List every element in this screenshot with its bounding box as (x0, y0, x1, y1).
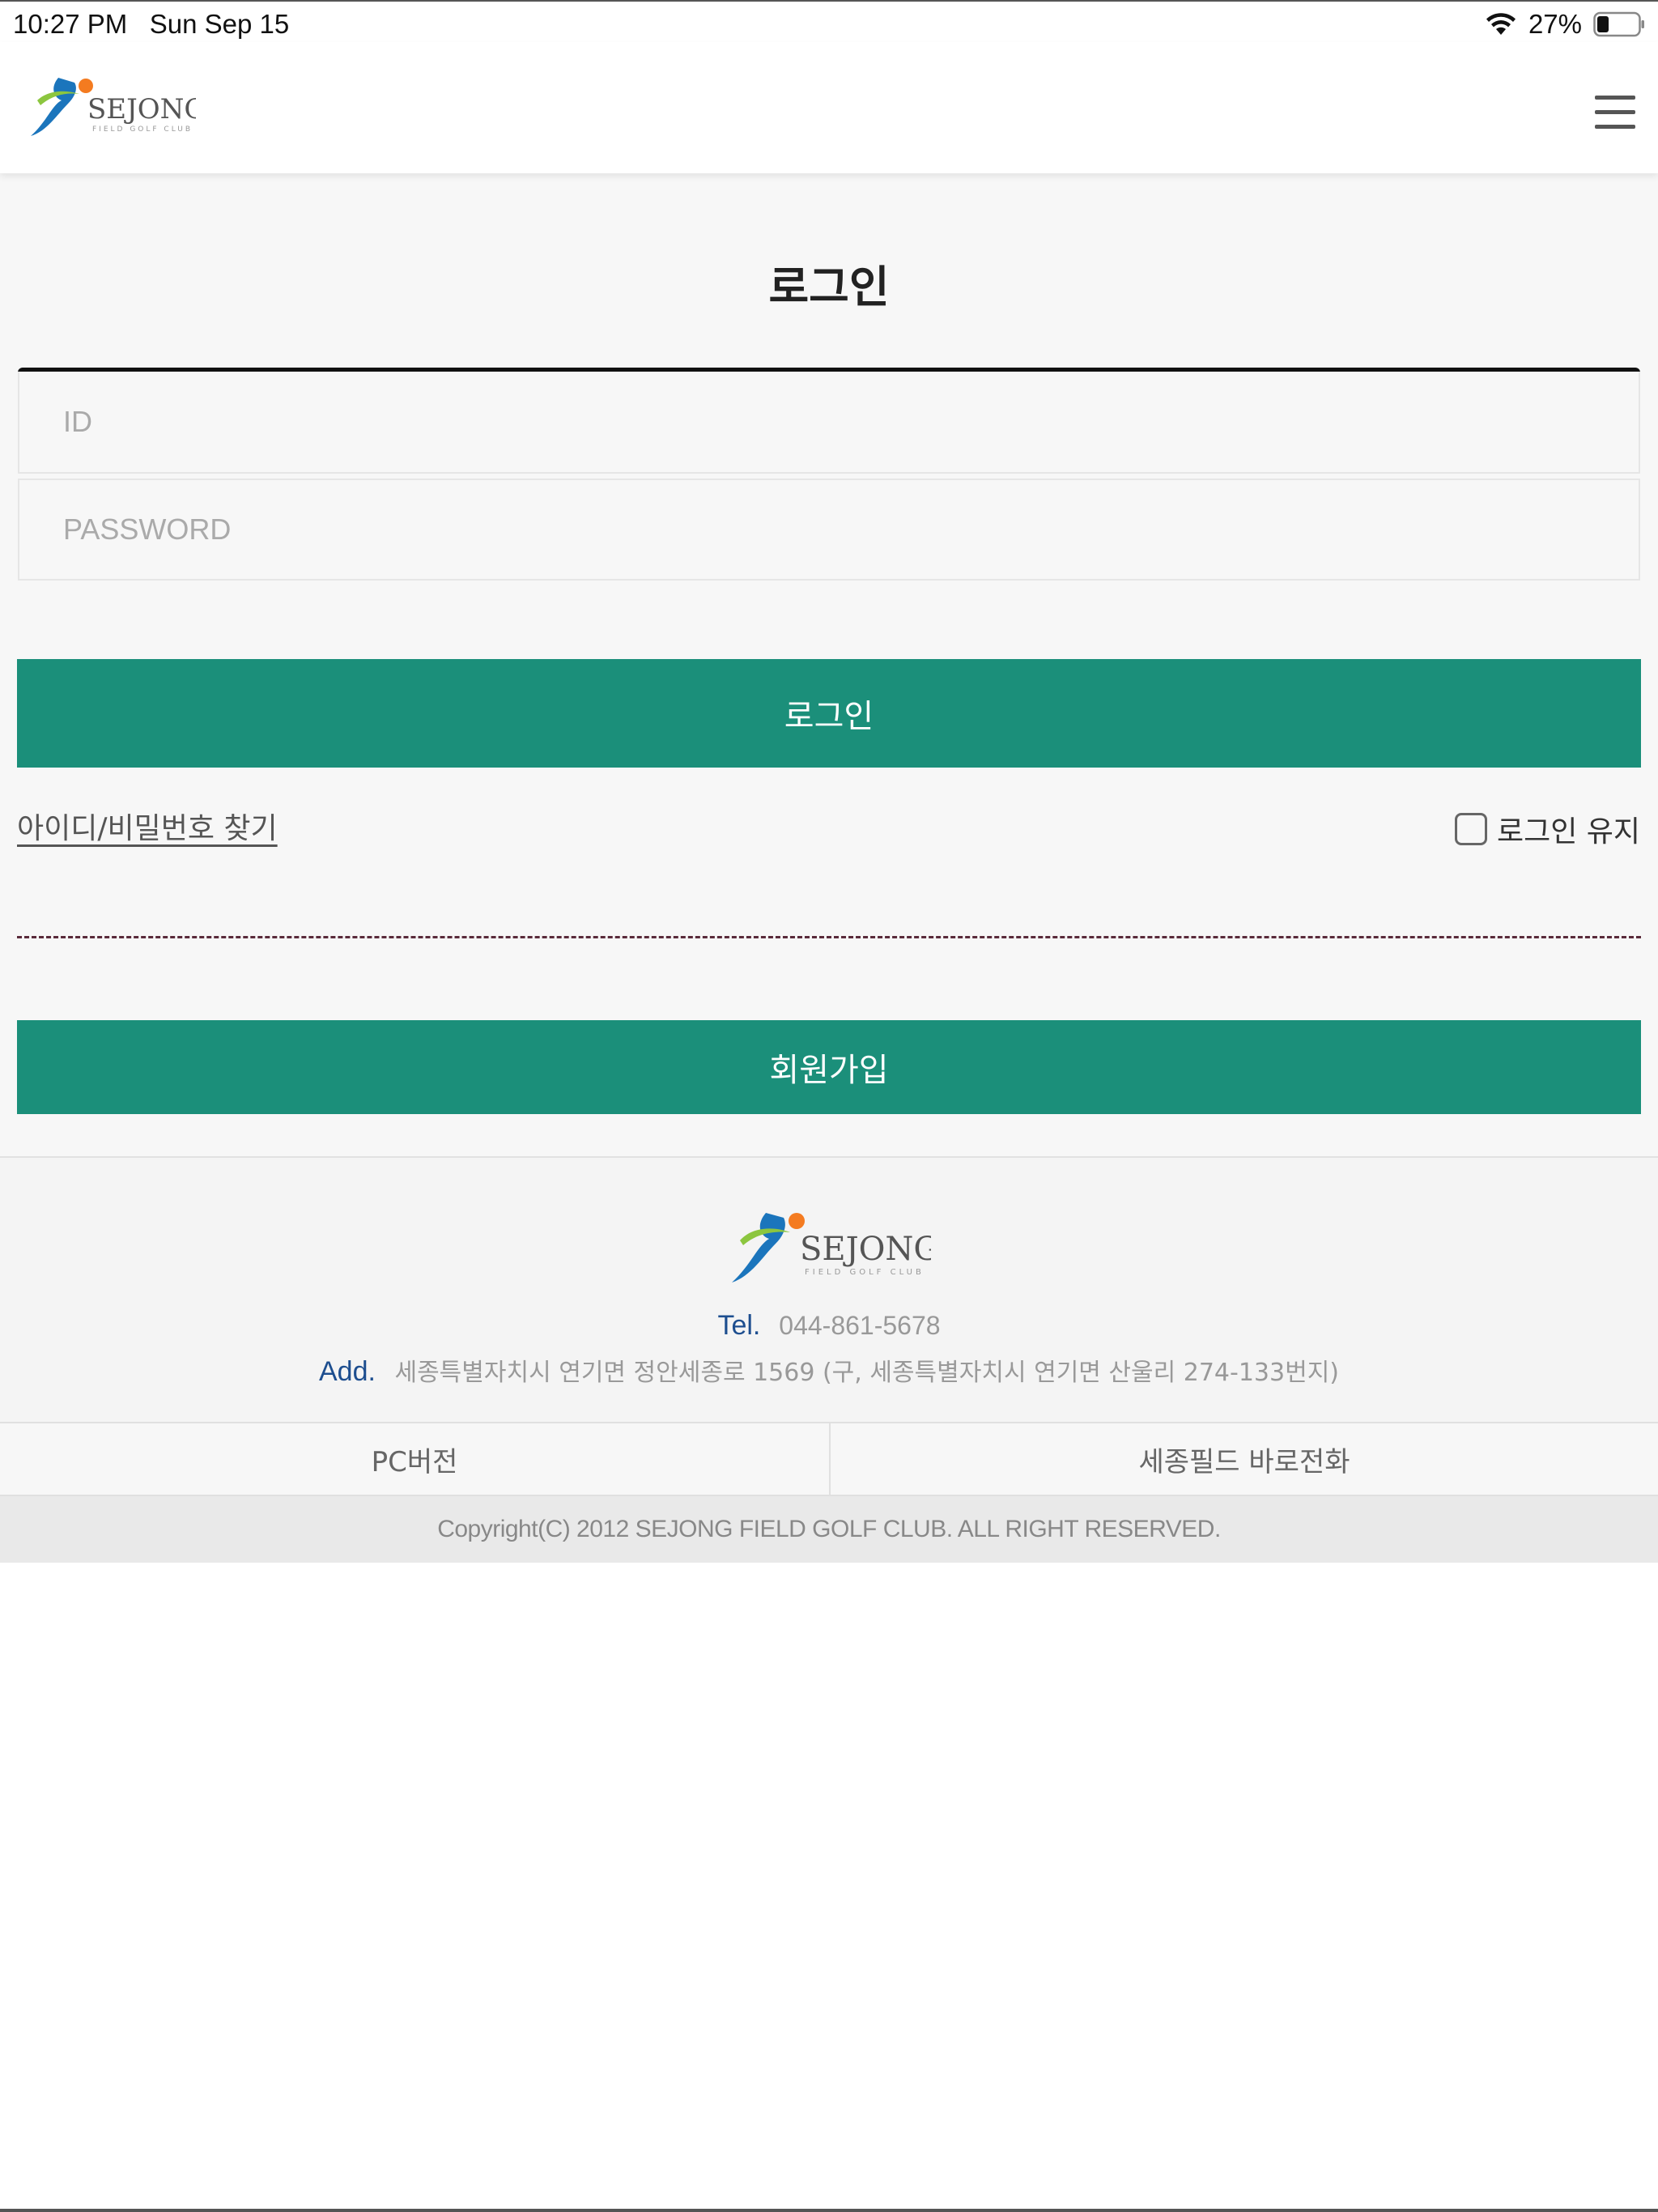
status-time: 10:27 PM Sun Sep 15 (13, 9, 289, 40)
svg-text:SEJONG: SEJONG (800, 1231, 931, 1268)
tel-value: 044-861-5678 (779, 1311, 941, 1340)
address-label: Add. (318, 1356, 376, 1387)
find-id-password-link[interactable]: 아이디/비밀번호 찾기 (17, 805, 278, 847)
keep-login-label: 로그인 유지 (1496, 815, 1640, 849)
battery-icon (1593, 11, 1644, 37)
site-footer: SEJONG FIELD GOLF CLUB Tel. 044-861-5678… (0, 1156, 1658, 1423)
login-section: 로그인 ID PASSWORD 로그인 아이디/비밀번호 찾기 로그인 유지 회… (0, 173, 1658, 1156)
site-header: SEJONG FIELD GOLF CLUB (0, 42, 1658, 173)
login-button[interactable]: 로그인 (17, 659, 1641, 768)
copyright: Copyright(C) 2012 SEJONG FIELD GOLF CLUB… (0, 1496, 1658, 1563)
battery-percent: 27% (1528, 9, 1582, 39)
keep-login-checkbox[interactable] (1454, 813, 1487, 845)
footer-phone: Tel. 044-861-5678 (0, 1310, 1658, 1342)
call-sejong-field-link[interactable]: 세종필드 바로전화 (829, 1423, 1658, 1495)
footer-address: Add. 세종특별자치시 연기면 정안세종로 1569 (구, 세종특별자치시 … (0, 1352, 1658, 1388)
keep-login-toggle[interactable]: 로그인 유지 (1454, 808, 1640, 850)
status-date: Sun Sep 15 (149, 9, 290, 39)
id-input[interactable]: ID (18, 372, 1640, 474)
screen-edge (0, 2209, 1658, 2212)
divider (17, 936, 1641, 938)
footer-links: PC버전 세종필드 바로전화 (0, 1422, 1658, 1496)
password-input[interactable]: PASSWORD (18, 479, 1640, 581)
svg-text:SEJONG: SEJONG (87, 93, 196, 125)
page-title: 로그인 (768, 262, 890, 313)
svg-text:FIELD GOLF CLUB: FIELD GOLF CLUB (92, 125, 193, 134)
footer-sejong-logo: SEJONG FIELD GOLF CLUB (732, 1213, 931, 1283)
address-value: 세종특별자치시 연기면 정안세종로 1569 (구, 세종특별자치시 연기면 산… (394, 1359, 1340, 1387)
status-bar: 10:27 PM Sun Sep 15 27% (0, 0, 1658, 42)
pc-version-link[interactable]: PC버전 (0, 1423, 829, 1495)
svg-text:FIELD GOLF CLUB: FIELD GOLF CLUB (805, 1268, 925, 1277)
tel-label: Tel. (717, 1310, 761, 1341)
hamburger-menu-icon[interactable] (1595, 92, 1639, 131)
signup-button[interactable]: 회원가입 (17, 1020, 1641, 1114)
status-indicators: 27% (1485, 9, 1645, 40)
login-form: ID PASSWORD (18, 368, 1640, 581)
wifi-icon (1486, 13, 1516, 35)
sejong-logo[interactable]: SEJONG FIELD GOLF CLUB (29, 73, 196, 141)
status-clock: 10:27 PM (13, 9, 128, 39)
